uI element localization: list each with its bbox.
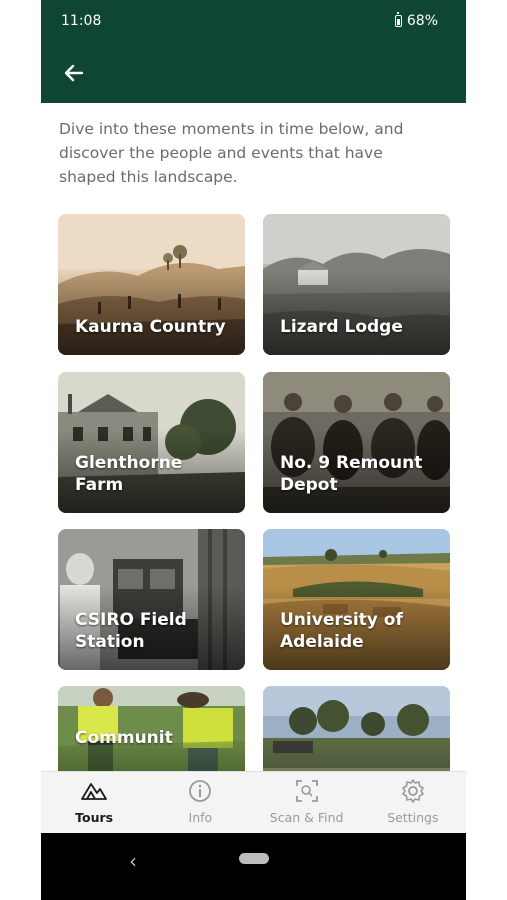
card-title: Communit [75, 728, 173, 748]
nav-scan-find[interactable]: Scan & Find [254, 772, 360, 834]
system-back-icon[interactable]: ‹ [129, 849, 137, 873]
tour-card-remount-depot[interactable]: No. 9 Remount Depot [263, 372, 450, 513]
tour-card-kaurna-country[interactable]: Kaurna Country [58, 214, 245, 355]
status-time: 11:08 [61, 13, 102, 29]
battery-level: 68% [406, 13, 438, 29]
arrow-left-icon [64, 64, 84, 82]
tour-card-university-of-adelaide[interactable]: University of Adelaide [263, 529, 450, 670]
app-bar [41, 42, 466, 103]
system-navigation-bar: ‹ [41, 833, 466, 900]
card-title: University of Adelaide [280, 610, 403, 652]
nav-info-label: Info [188, 810, 213, 825]
scan-icon [295, 780, 318, 802]
tour-card-lizard-lodge[interactable]: Lizard Lodge [263, 214, 450, 355]
gear-icon [402, 779, 424, 803]
intro-text: Dive into these moments in time below, a… [59, 120, 404, 186]
status-bar: 11:08 68% [41, 0, 466, 42]
nav-settings-label: Settings [387, 810, 439, 825]
nav-settings[interactable]: Settings [360, 772, 466, 834]
card-title: CSIRO Field Station [75, 610, 187, 652]
card-title: No. 9 Remount Depot [280, 453, 423, 495]
battery-icon [394, 12, 402, 27]
bottom-navigation: Tours Info Scan & Find Settings [41, 771, 466, 834]
status-right: 68% [394, 12, 438, 29]
phone-screen: 11:08 68% Dive into these moments in tim… [41, 0, 466, 900]
tour-card-csiro-field-station[interactable]: CSIRO Field Station [58, 529, 245, 670]
card-title: Kaurna Country [75, 317, 226, 337]
system-home-pill[interactable] [239, 853, 269, 864]
nav-scan-find-label: Scan & Find [269, 810, 344, 825]
nav-info[interactable]: Info [147, 772, 253, 834]
info-icon [189, 780, 212, 802]
mountains-icon [81, 783, 108, 800]
card-title: Lizard Lodge [280, 317, 403, 337]
card-title: Glenthorne Farm [75, 453, 183, 495]
tour-card-glenthorne-farm[interactable]: Glenthorne Farm [58, 372, 245, 513]
nav-tours-label: Tours [75, 810, 114, 825]
nav-tours[interactable]: Tours [41, 772, 147, 834]
back-button[interactable] [61, 60, 87, 86]
